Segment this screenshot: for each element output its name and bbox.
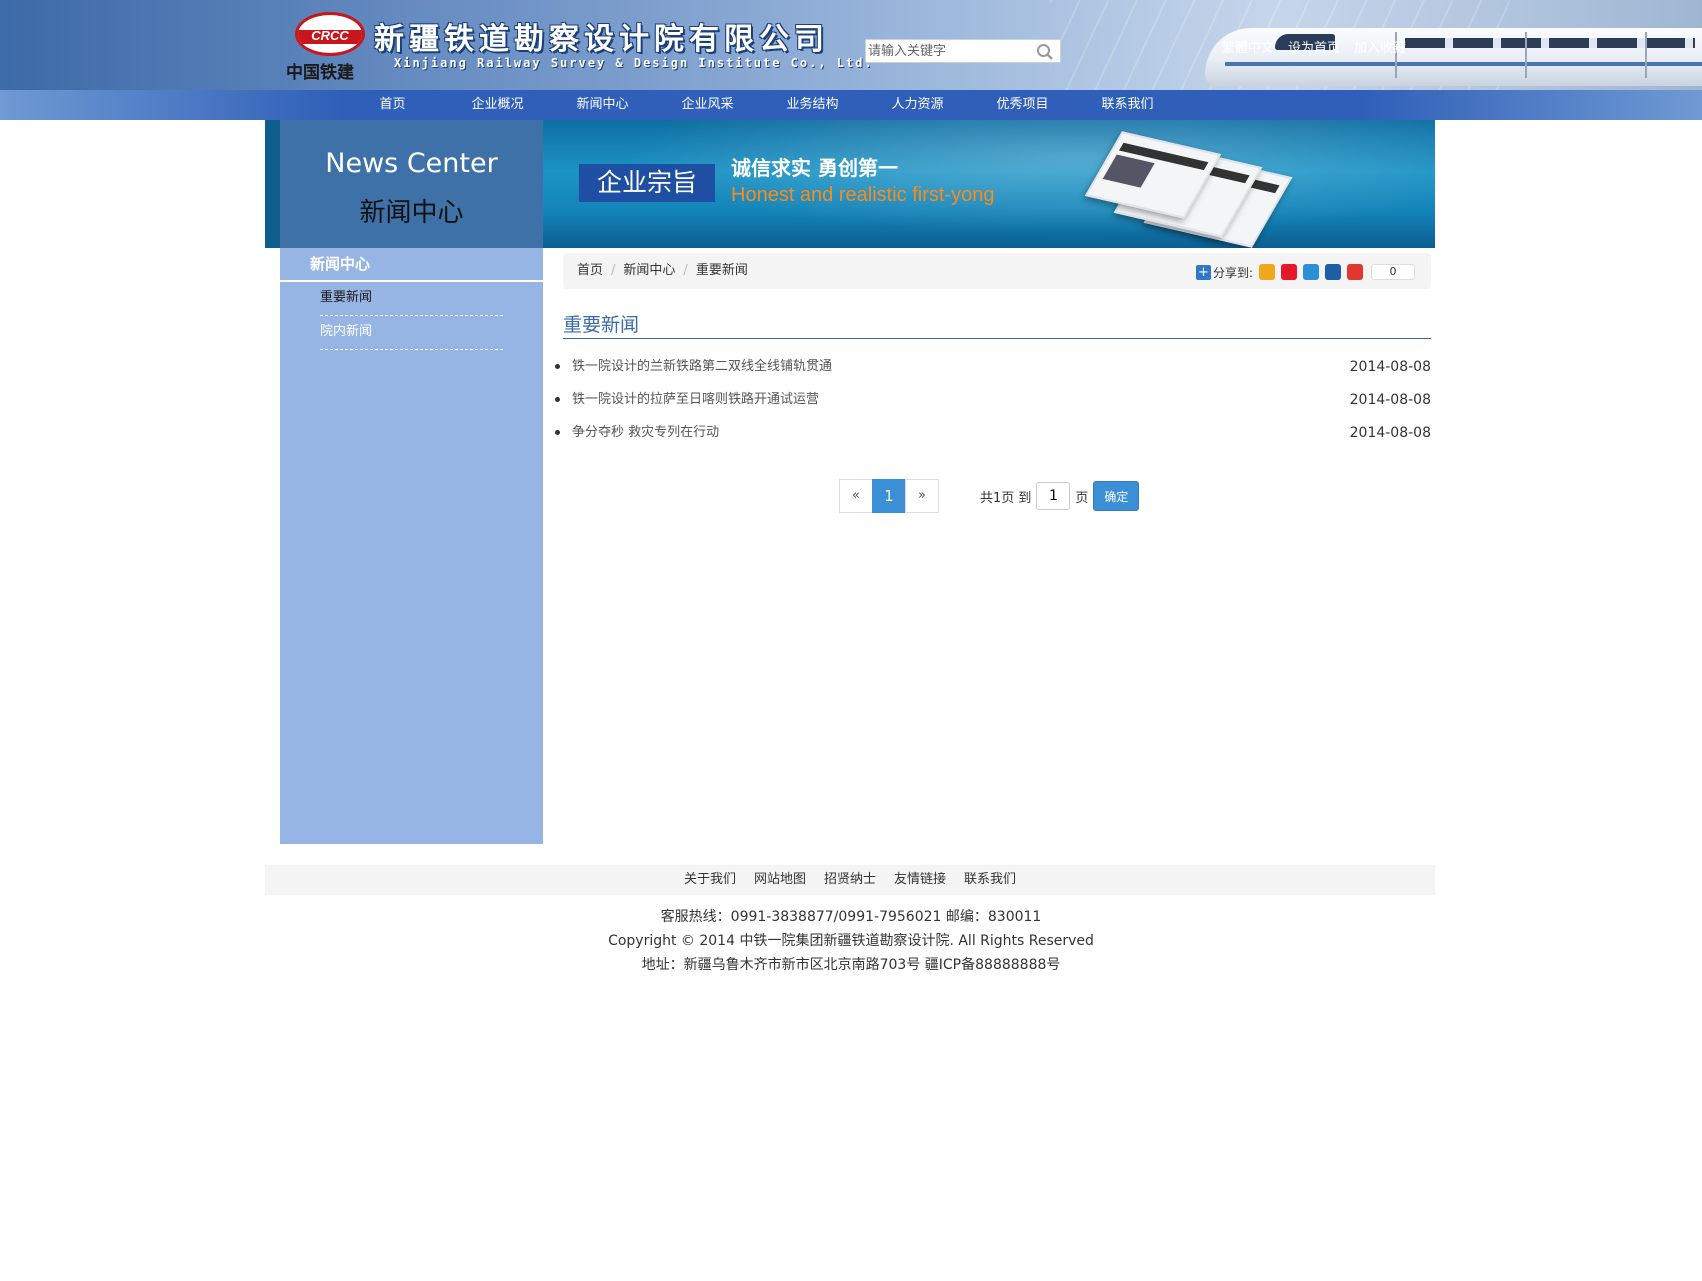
weibo-icon[interactable] (1281, 264, 1298, 280)
news-date: 2014-08-08 (1349, 359, 1431, 375)
nav-item-hr[interactable]: 人力资源 (865, 90, 970, 120)
search-input[interactable] (868, 42, 1032, 60)
nav-item-home[interactable]: 首页 (340, 90, 445, 120)
nav-item-projects[interactable]: 优秀项目 (970, 90, 1075, 120)
total-pages-label: 共1页 到 (980, 490, 1032, 506)
link-traditional-chinese[interactable]: 繁體中文 (1222, 41, 1274, 56)
banner-slogan: 诚信求实 勇创第一 (731, 156, 898, 180)
footer-link-careers[interactable]: 招贤纳士 (824, 872, 876, 887)
company-name-cn: 新疆铁道勘察设计院有限公司 (374, 22, 829, 57)
news-list-item: 铁一院设计的拉萨至日喀则铁路开通试运营 2014-08-08 (555, 388, 1431, 412)
company-name-en: Xinjiang Railway Survey & Design Institu… (394, 56, 874, 70)
footer-copyright: Copyright © 2014 中铁一院集团新疆铁道勘察设计院. All Ri… (608, 933, 1094, 949)
breadcrumb-current: 重要新闻 (695, 263, 748, 278)
page-1-button[interactable]: 1 (872, 479, 906, 513)
nav-item-overview[interactable]: 企业概况 (445, 90, 550, 120)
banner-title-cn: 新闻中心 (359, 198, 464, 228)
share-plus-icon[interactable]: + (1196, 264, 1211, 280)
main-nav: 首页 企业概况 新闻中心 企业风采 业务结构 人力资源 优秀项目 联系我们 (0, 90, 1702, 120)
news-title[interactable]: 铁一院设计的兰新铁路第二双线全线铺轨贯通 (572, 355, 832, 379)
breadcrumb-home[interactable]: 首页 (577, 263, 603, 278)
link-set-homepage[interactable]: 设为首页 (1288, 41, 1340, 56)
banner-title-en: News Center (325, 148, 498, 179)
banner-image: 企业宗旨 诚信求实 勇创第一 Honest and realistic firs… (543, 120, 1435, 248)
banner-tag: 企业宗旨 (579, 164, 715, 202)
link-add-favorite[interactable]: 加入收藏 (1354, 41, 1406, 56)
news-list-item: 铁一院设计的兰新铁路第二双线全线铺轨贯通 2014-08-08 (555, 355, 1431, 379)
breadcrumb-separator: / (611, 263, 616, 278)
share-bar: + 分享到: 0 (1196, 263, 1416, 281)
breadcrumb-news-center[interactable]: 新闻中心 (623, 263, 675, 278)
crcc-logo-icon[interactable]: CRCC (295, 12, 365, 56)
footer-link-about[interactable]: 关于我们 (684, 872, 736, 887)
footer-link-sitemap[interactable]: 网站地图 (754, 872, 806, 887)
nav-item-business[interactable]: 业务结构 (760, 90, 865, 120)
news-list-item: 争分夺秒 救灾专列在行动 2014-08-08 (555, 421, 1431, 445)
share-count: 0 (1371, 264, 1416, 280)
footer-hotline: 客服热线：0991-3838877/0991-7956021 邮编：830011 (660, 909, 1042, 925)
next-page-button[interactable]: » (905, 479, 939, 513)
sidebar-item-internal-news[interactable]: 院内新闻 (320, 316, 503, 350)
breadcrumb-separator: / (683, 263, 688, 278)
nav-item-contact[interactable]: 联系我们 (1075, 90, 1180, 120)
footer-links: 关于我们 网站地图 招贤纳士 友情链接 联系我们 (265, 865, 1435, 895)
nav-item-news[interactable]: 新闻中心 (550, 90, 655, 120)
pagination: « 1 » (839, 479, 939, 513)
nav-item-style[interactable]: 企业风采 (655, 90, 760, 120)
share-label: 分享到: (1213, 265, 1254, 280)
news-date: 2014-08-08 (1349, 425, 1431, 441)
top-links: 繁體中文 设为首页 加入收藏 (1222, 37, 1420, 56)
website-screens-graphic (1084, 131, 1293, 248)
banner-slogan-en: Honest and realistic first-yong (731, 184, 995, 206)
tqq-icon[interactable] (1347, 264, 1364, 280)
banner-section-title: News Center 新闻中心 (265, 120, 543, 248)
bullet-icon (555, 364, 560, 369)
search-icon[interactable] (1036, 43, 1054, 61)
page-number-input[interactable] (1036, 482, 1071, 510)
prev-page-button[interactable]: « (839, 479, 873, 513)
qzone-icon[interactable] (1259, 264, 1276, 280)
renren-icon[interactable] (1325, 264, 1342, 280)
news-title[interactable]: 争分夺秒 救灾专列在行动 (572, 421, 719, 445)
site-header: CRCC 中国铁建 新疆铁道勘察设计院有限公司 Xinjiang Railway… (0, 0, 1702, 90)
section-title: 重要新闻 (563, 314, 640, 336)
news-date: 2014-08-08 (1349, 392, 1431, 408)
search-box (865, 39, 1061, 63)
section-divider (563, 338, 1431, 339)
page-suffix-label: 页 (1075, 490, 1089, 506)
logo-caption: 中国铁建 (286, 63, 354, 83)
footer-link-friends[interactable]: 友情链接 (894, 872, 946, 887)
tencent-weibo-icon[interactable] (1303, 264, 1320, 280)
footer-address: 地址：新疆乌鲁木齐市新市区北京南路703号 疆ICP备88888888号 (641, 957, 1061, 973)
sidebar-item-important-news[interactable]: 重要新闻 (320, 282, 503, 316)
sidebar-title: 新闻中心 (280, 248, 543, 282)
go-button[interactable]: 确定 (1093, 481, 1140, 511)
news-title[interactable]: 铁一院设计的拉萨至日喀则铁路开通试运营 (572, 388, 819, 412)
sidebar: 新闻中心 重要新闻 院内新闻 (280, 248, 543, 844)
bullet-icon (555, 430, 560, 435)
footer-link-contact[interactable]: 联系我们 (964, 872, 1016, 887)
page-jump: 共1页 到 页 确定 (980, 479, 1140, 513)
breadcrumb-bar: 首页 / 新闻中心 / 重要新闻 + 分享到: 0 (563, 253, 1431, 289)
breadcrumb: 首页 / 新闻中心 / 重要新闻 (577, 253, 748, 289)
bullet-icon (555, 397, 560, 402)
